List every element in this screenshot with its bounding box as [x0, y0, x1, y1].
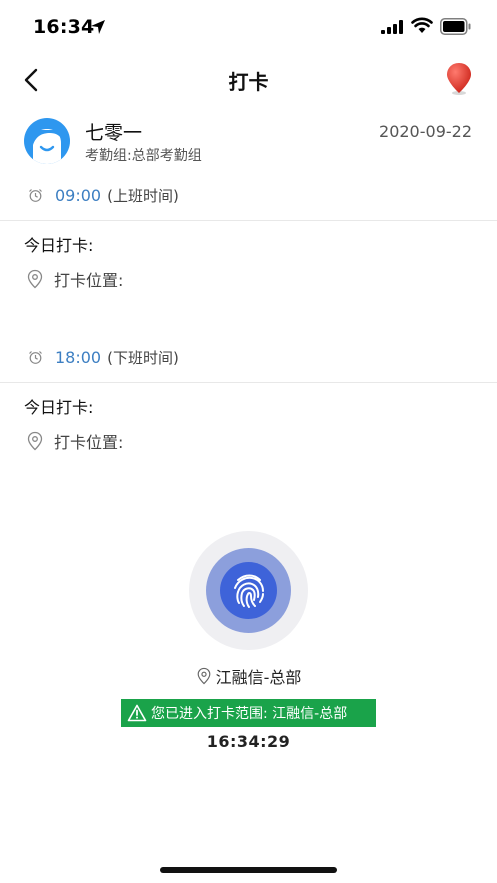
avatar [24, 118, 70, 164]
location-pin-icon [197, 667, 210, 685]
punch-button-core [220, 562, 277, 619]
alarm-clock-icon [29, 350, 42, 364]
punch-position-row: 打卡位置: [26, 267, 123, 291]
work-end-tag: (下班时间) [107, 348, 179, 367]
status-time: 16:34 [33, 16, 95, 38]
punch-position-row: 打卡位置: [26, 429, 123, 453]
avatar-face-icon [33, 129, 61, 164]
page-title: 打卡 [228, 70, 269, 94]
punch-position-label: 打卡位置: [54, 271, 124, 290]
fingerprint-icon [234, 574, 264, 608]
home-indicator[interactable] [160, 867, 337, 873]
punch-button[interactable] [189, 531, 308, 650]
work-end-row: 18:00 (下班时间) [28, 345, 179, 369]
user-name: 七零一 [85, 122, 143, 144]
punch-button-ring [206, 548, 291, 633]
wifi-icon [411, 17, 433, 33]
punch-location-name: 江融信-总部 [215, 668, 302, 687]
divider [0, 220, 497, 221]
work-start-tag: (上班时间) [107, 186, 179, 205]
location-pin-icon [27, 431, 43, 451]
map-pin-icon[interactable] [444, 62, 474, 96]
today-punch-label: 今日打卡: [24, 398, 94, 417]
signal-icon [381, 20, 403, 34]
battery-icon [440, 18, 471, 35]
divider [0, 382, 497, 383]
punch-range-badge: 您已进入打卡范围: 江融信-总部 [121, 699, 376, 727]
punch-position-label: 打卡位置: [54, 433, 124, 452]
status-bar: 16:34 [0, 0, 497, 54]
work-start-row: 09:00 (上班时间) [28, 183, 179, 207]
work-end-time: 18:00 [55, 347, 102, 367]
location-pin-icon [27, 269, 43, 289]
alarm-clock-icon [29, 188, 42, 202]
today-punch-label: 今日打卡: [24, 236, 94, 255]
location-arrow-icon [91, 20, 105, 34]
attendance-group: 考勤组:总部考勤组 [85, 148, 202, 164]
current-time: 16:34:29 [206, 732, 291, 751]
punch-location-row: 江融信-总部 [0, 664, 497, 688]
punch-range-text: 您已进入打卡范围: 江融信-总部 [151, 706, 348, 722]
work-start-time: 09:00 [55, 185, 102, 205]
current-date: 2020-09-22 [379, 122, 472, 141]
warning-icon [127, 704, 147, 722]
